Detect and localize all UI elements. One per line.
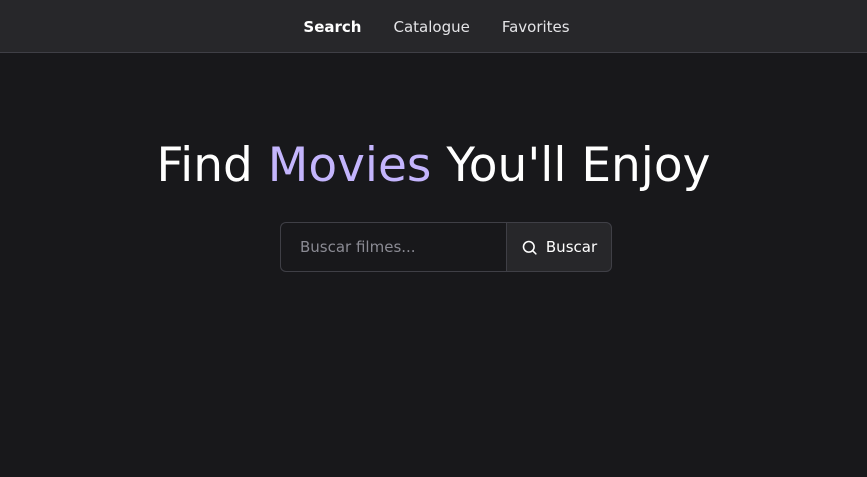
nav-link-search[interactable]: Search <box>303 18 361 36</box>
hero-title-part1: Find <box>156 138 268 193</box>
nav-link-favorites[interactable]: Favorites <box>502 18 570 36</box>
search-button-label: Buscar <box>545 238 598 256</box>
search-icon <box>521 239 538 256</box>
top-navbar: Search Catalogue Favorites <box>0 0 867 53</box>
hero-title: Find Movies You'll Enjoy <box>0 136 867 196</box>
search-button[interactable]: Buscar <box>506 222 612 272</box>
nav-links: Search Catalogue Favorites <box>0 0 867 53</box>
search-form: Buscar <box>280 222 612 272</box>
hero-title-part2: You'll Enjoy <box>431 138 711 193</box>
hero-title-accent: Movies <box>267 138 432 193</box>
search-input[interactable] <box>280 222 506 272</box>
nav-link-catalogue[interactable]: Catalogue <box>393 18 469 36</box>
